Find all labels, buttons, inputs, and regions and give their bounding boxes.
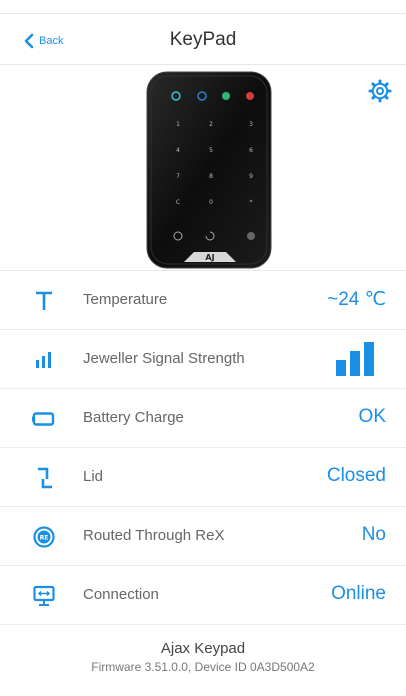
svg-text:RE: RE (40, 535, 49, 542)
gear-icon[interactable] (368, 79, 392, 103)
signal-bar-1 (336, 360, 346, 376)
signal-strength-row[interactable]: Jeweller Signal Strength (0, 331, 406, 389)
signal-bar-3 (364, 342, 374, 376)
battery-value: OK (358, 406, 386, 427)
connection-row[interactable]: Connection Online (0, 567, 406, 625)
nav-header: Back KeyPad (0, 15, 406, 65)
keypad-key-label: 2 (209, 121, 213, 128)
device-name: Ajax Keypad (160, 640, 246, 657)
keypad-key-label: 3 (249, 121, 253, 128)
signal-strength-label: Jeweller Signal Strength (83, 350, 245, 367)
rex-row[interactable]: RE Routed Through ReX No (0, 508, 406, 566)
battery-icon (30, 405, 58, 433)
keypad-key-label: 5 (209, 147, 213, 154)
firmware-info: Firmware 3.51.0.0, Device ID 0A3D500A2 (91, 660, 315, 674)
rex-label: Routed Through ReX (83, 527, 225, 544)
signal-bar-2 (350, 351, 360, 376)
signal-icon (30, 346, 58, 374)
keypad-key-label: 1 (176, 121, 180, 128)
device-brand-logo: AJ (205, 253, 214, 262)
keypad-key-label: 7 (176, 173, 180, 180)
lid-icon (30, 464, 58, 492)
connection-icon (30, 582, 58, 610)
keypad-key-label: 4 (176, 147, 180, 154)
keypad-device-image: 1 2 3 4 5 6 7 8 9 C 0 * AJ (146, 71, 272, 269)
battery-row[interactable]: Battery Charge OK (0, 390, 406, 448)
keypad-key-label: C (176, 199, 180, 206)
keypad-key-label: 9 (249, 173, 253, 180)
temperature-row[interactable]: Temperature ~24 ℃ (0, 272, 406, 330)
connection-label: Connection (83, 586, 159, 603)
page-title: KeyPad (169, 29, 237, 50)
lid-value: Closed (326, 465, 386, 486)
keypad-key-label: 6 (249, 147, 253, 154)
temperature-label: Temperature (83, 291, 168, 308)
temperature-icon (30, 287, 58, 315)
device-image-area: 1 2 3 4 5 6 7 8 9 C 0 * AJ (0, 66, 406, 271)
rex-icon: RE (30, 523, 58, 551)
keypad-key-label: * (250, 199, 253, 206)
lid-label: Lid (83, 468, 104, 485)
battery-label: Battery Charge (83, 409, 184, 426)
device-info-footer: Ajax Keypad Firmware 3.51.0.0, Device ID… (0, 640, 406, 674)
connection-value: Online (331, 583, 386, 604)
keypad-key-label: 0 (209, 199, 213, 206)
temperature-value: ~24 ℃ (327, 289, 386, 310)
rex-value: No (361, 524, 386, 545)
signal-strength-bars (336, 342, 374, 376)
status-strip (0, 0, 406, 14)
keypad-key-label: 8 (209, 173, 213, 180)
lid-row[interactable]: Lid Closed (0, 449, 406, 507)
